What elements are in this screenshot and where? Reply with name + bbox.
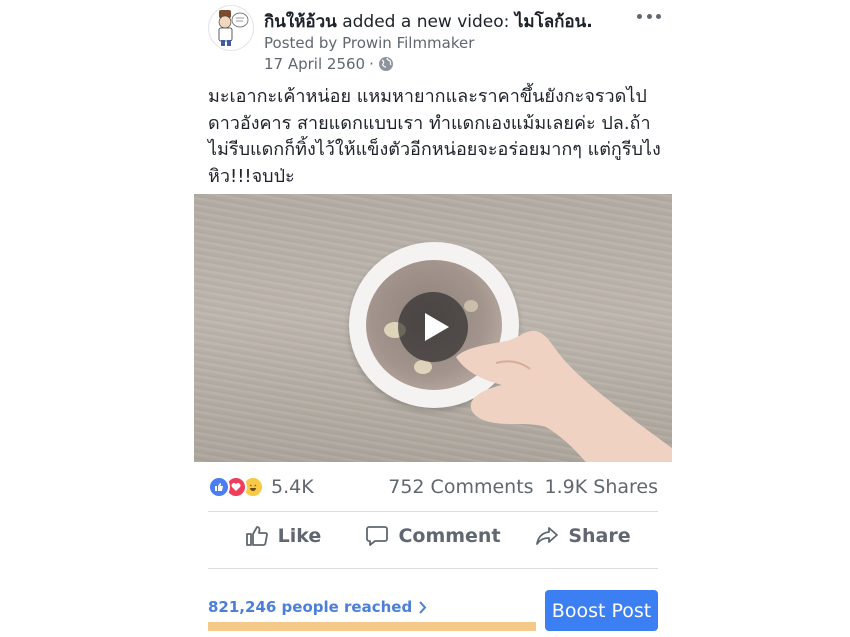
globe-icon[interactable] bbox=[378, 56, 394, 72]
post-text: มะเอากะเค้าหน่อย แหมหายากและราคาขึ้นยังก… bbox=[208, 86, 661, 187]
engagement-counts: 752 Comments 1.9K Shares bbox=[388, 476, 658, 498]
comment-label: Comment bbox=[398, 525, 501, 547]
reactions-summary[interactable]: 5.4K bbox=[208, 476, 314, 498]
like-label: Like bbox=[277, 525, 322, 547]
posted-by: Posted by Prowin Filmmaker bbox=[264, 34, 475, 52]
share-button[interactable]: Share bbox=[508, 514, 658, 558]
reactions-count: 5.4K bbox=[271, 476, 314, 498]
comments-count[interactable]: 752 Comments bbox=[388, 476, 533, 498]
comment-icon bbox=[366, 526, 389, 546]
divider bbox=[208, 511, 658, 512]
like-button[interactable]: Like bbox=[208, 514, 358, 558]
divider bbox=[208, 568, 658, 569]
people-reached-link[interactable]: 821,246 people reached bbox=[208, 598, 427, 616]
comment-button[interactable]: Comment bbox=[358, 514, 508, 558]
share-icon bbox=[536, 527, 559, 545]
post-card: กินให้อ้วน added a new video: ไมโลก้อน. … bbox=[194, 0, 672, 637]
thumbs-up-icon bbox=[245, 526, 268, 546]
post-date[interactable]: 17 April 2560 bbox=[264, 55, 365, 73]
shares-count[interactable]: 1.9K Shares bbox=[545, 476, 658, 498]
share-label: Share bbox=[568, 525, 631, 547]
boost-post-button[interactable]: Boost Post bbox=[545, 590, 658, 631]
action-bar: Like Comment Share bbox=[208, 514, 658, 558]
reach-progress-bar bbox=[208, 622, 536, 631]
video-player[interactable] bbox=[194, 194, 672, 462]
post-meta: 17 April 2560 · bbox=[264, 55, 394, 73]
post-header-title: กินให้อ้วน added a new video: ไมโลก้อน. bbox=[264, 8, 593, 35]
chevron-right-icon bbox=[419, 600, 427, 614]
hand-image bbox=[456, 330, 672, 462]
video-title-link[interactable]: ไมโลก้อน. bbox=[515, 12, 593, 32]
people-reached-text: 821,246 people reached bbox=[208, 598, 413, 616]
page-name-link[interactable]: กินให้อ้วน bbox=[264, 12, 337, 32]
like-reaction-icon bbox=[208, 476, 230, 498]
play-icon[interactable] bbox=[398, 292, 468, 362]
page-avatar[interactable] bbox=[208, 5, 254, 51]
post-action-text: added a new video: bbox=[342, 12, 510, 32]
chef-avatar-icon bbox=[218, 10, 249, 46]
meta-separator: · bbox=[369, 55, 374, 73]
more-options-icon[interactable] bbox=[637, 6, 661, 26]
